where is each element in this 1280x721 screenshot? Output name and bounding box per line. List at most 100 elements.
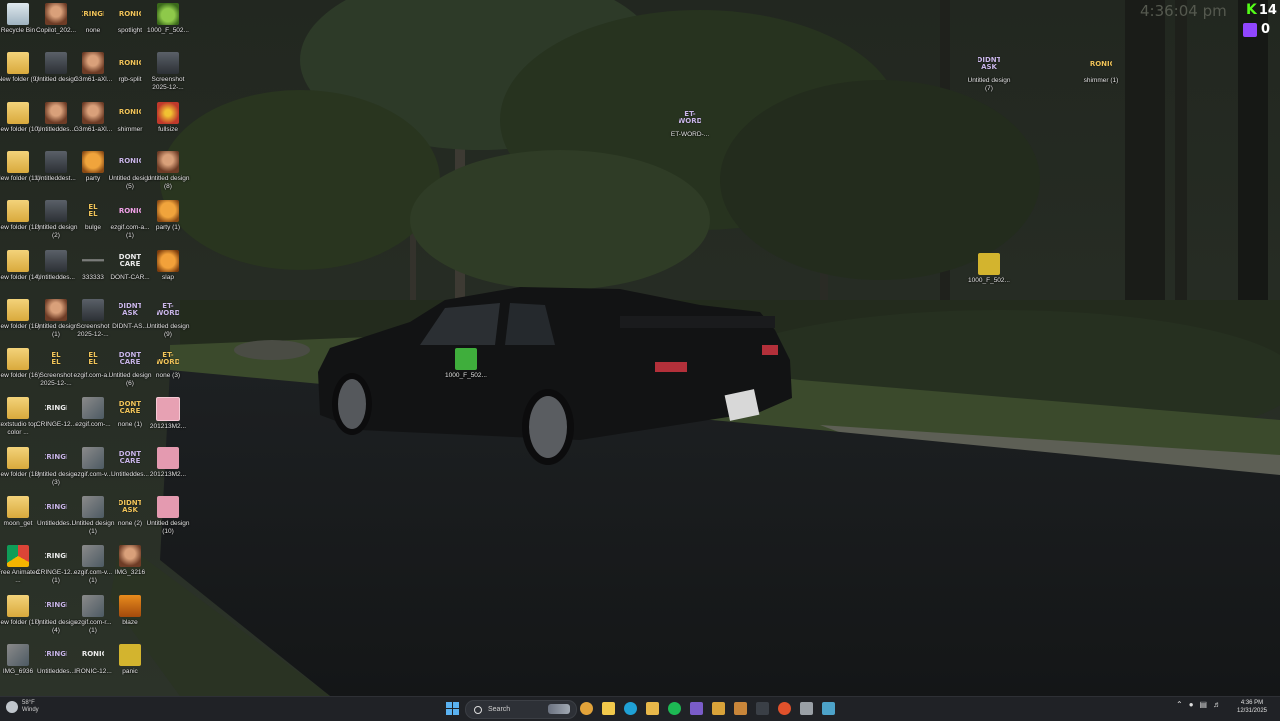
desktop-icon[interactable]: fullsize — [145, 99, 191, 147]
shield-icon[interactable] — [712, 702, 725, 715]
start-button[interactable] — [446, 702, 459, 715]
gif-file-icon: DONT CARE — [119, 449, 141, 465]
photos-icon[interactable] — [734, 702, 747, 715]
chevron-up-icon[interactable]: ⌃ — [1176, 700, 1183, 709]
volume-icon[interactable]: ♬ — [1213, 700, 1221, 709]
desktop-icon[interactable]: ET- WORD ET-WORD-... — [667, 104, 713, 152]
desktop-icon-label: Untitled design (10) — [146, 520, 190, 535]
desktop-icon[interactable]: DIDNT ASK Untitled design (7) — [966, 50, 1012, 98]
image-file-icon — [82, 52, 104, 75]
app-icon[interactable] — [822, 702, 835, 715]
image-file-icon — [157, 52, 179, 75]
desktop-wallpaper — [0, 0, 1280, 696]
image-file-icon — [82, 397, 104, 420]
search-placeholder: Search — [488, 706, 511, 713]
desktop-icon-label: 1000_F_502... — [968, 277, 1010, 284]
gif-file-icon: ET- WORD — [157, 301, 179, 317]
taskbar-clock[interactable]: 4:36 PM 12/31/2025 — [1232, 699, 1272, 715]
image-file-icon — [45, 200, 67, 223]
terminal-icon[interactable] — [756, 702, 769, 715]
desktop-icon-label: Untitled design (9) — [146, 322, 190, 338]
weather-desc: Windy — [22, 707, 39, 713]
folder-icon — [7, 496, 29, 518]
spotify-icon[interactable] — [668, 702, 681, 715]
gif-file-icon — [82, 150, 104, 173]
folder-icon — [7, 594, 29, 617]
folder-icon — [7, 348, 29, 371]
desktop-icon[interactable]: Untitled design (10) — [145, 493, 191, 541]
desktop-icon[interactable]: ET- WORD none (3) — [145, 345, 191, 393]
desktop-icon[interactable]: 201213M2... — [145, 394, 191, 442]
image-file-icon — [45, 249, 67, 272]
network-icon[interactable]: ▤ — [1200, 700, 1208, 709]
desktop-icon-label: Screenshot 2025-12-... — [151, 76, 185, 92]
gif-file-icon — [157, 101, 179, 124]
gif-file-icon: IRONIC — [119, 58, 141, 67]
taskbar-search-box[interactable]: Search — [465, 700, 577, 719]
image-file-icon — [157, 150, 179, 173]
gif-file-icon: CRINGE — [82, 9, 104, 18]
kick-viewer-count: 14 — [1258, 2, 1277, 18]
gif-file-icon: DIDNT ASK — [978, 56, 1000, 71]
search-icon — [474, 705, 482, 714]
gif-file-icon: DIDNT ASK — [119, 499, 141, 514]
gif-file-icon: DONT CARE — [119, 351, 141, 367]
edge-icon[interactable] — [624, 702, 637, 715]
folder-icon — [7, 249, 29, 272]
desktop-icon-label: panic — [122, 667, 138, 675]
image-file-icon — [82, 101, 104, 124]
image-file-icon — [82, 249, 104, 272]
folder-icon[interactable] — [646, 702, 659, 715]
desktop-icon[interactable]: ET- WORD Untitled design (9) — [145, 296, 191, 344]
desktop-icon[interactable]: 1000_F_502... — [443, 345, 489, 393]
gif-file-icon — [119, 643, 141, 666]
desktop-icon[interactable]: party (1) — [145, 197, 191, 245]
desktop-icon-label: slap — [162, 273, 174, 281]
chrome-icon[interactable] — [580, 702, 593, 715]
gif-file-icon: IRONIC — [119, 9, 141, 18]
settings-icon[interactable] — [800, 702, 813, 715]
folder-icon — [7, 446, 29, 469]
desktop-icon[interactable]: panic — [107, 641, 153, 689]
frog-image-icon — [978, 253, 1000, 275]
desktop-icon[interactable]: IRONIC shimmer (1) — [1078, 50, 1124, 98]
desktop-icon[interactable]: 201213M2... — [145, 444, 191, 492]
gif-file-icon — [157, 200, 179, 223]
image-file-icon — [45, 3, 67, 25]
image-file-icon — [45, 150, 67, 173]
desktop-icon-label: none (3) — [155, 372, 181, 380]
gif-file-icon: EL EL — [88, 351, 98, 367]
wallpaper-art — [0, 0, 1280, 696]
gif-file-icon: ET- WORD — [679, 110, 701, 125]
gif-file-icon: IRONIC — [119, 157, 141, 166]
desktop-icon[interactable]: IMG_3216 — [107, 542, 153, 590]
desktop-icon[interactable]: Screenshot 2025-12-... — [145, 49, 191, 97]
gif-file-icon: CRINGE — [45, 403, 67, 412]
desktop-icon-label: 1000_F_502... — [147, 27, 189, 34]
gif-file-icon: DIDNT ASK — [119, 301, 141, 317]
gif-file-icon — [157, 249, 179, 272]
weather-widget[interactable]: 58°F Windy — [6, 700, 39, 714]
desktop-icon-label: Untitled design (8) — [146, 174, 190, 190]
desktop-icon[interactable]: Untitled design (8) — [145, 148, 191, 196]
microphone-icon[interactable]: ● — [1189, 700, 1194, 709]
image-file-icon — [45, 298, 67, 321]
weather-temp: 58°F — [22, 700, 35, 706]
gif-file-icon — [119, 594, 141, 617]
image-file-icon — [157, 446, 179, 469]
search-highlight-image — [548, 704, 570, 714]
app-icon[interactable] — [690, 702, 703, 715]
desktop-icon[interactable]: 1000_F_502... — [966, 250, 1012, 298]
recycle-bin-icon — [7, 3, 29, 25]
desktop-icon[interactable]: blaze — [107, 592, 153, 640]
file-explorer-icon[interactable] — [602, 702, 615, 715]
image-file-icon — [156, 397, 180, 422]
brave-icon[interactable] — [778, 702, 791, 715]
desktop-icon[interactable]: 1000_F_502... — [145, 0, 191, 48]
folder-icon — [7, 150, 29, 173]
chrome-shortcut-icon — [7, 545, 29, 568]
desktop-icon-label: 201213M2... — [149, 423, 187, 431]
kick-viewer-widget: K 14 — [1246, 2, 1277, 18]
desktop-icon-label: fullsize — [158, 125, 178, 133]
desktop-icon[interactable]: slap — [145, 247, 191, 295]
